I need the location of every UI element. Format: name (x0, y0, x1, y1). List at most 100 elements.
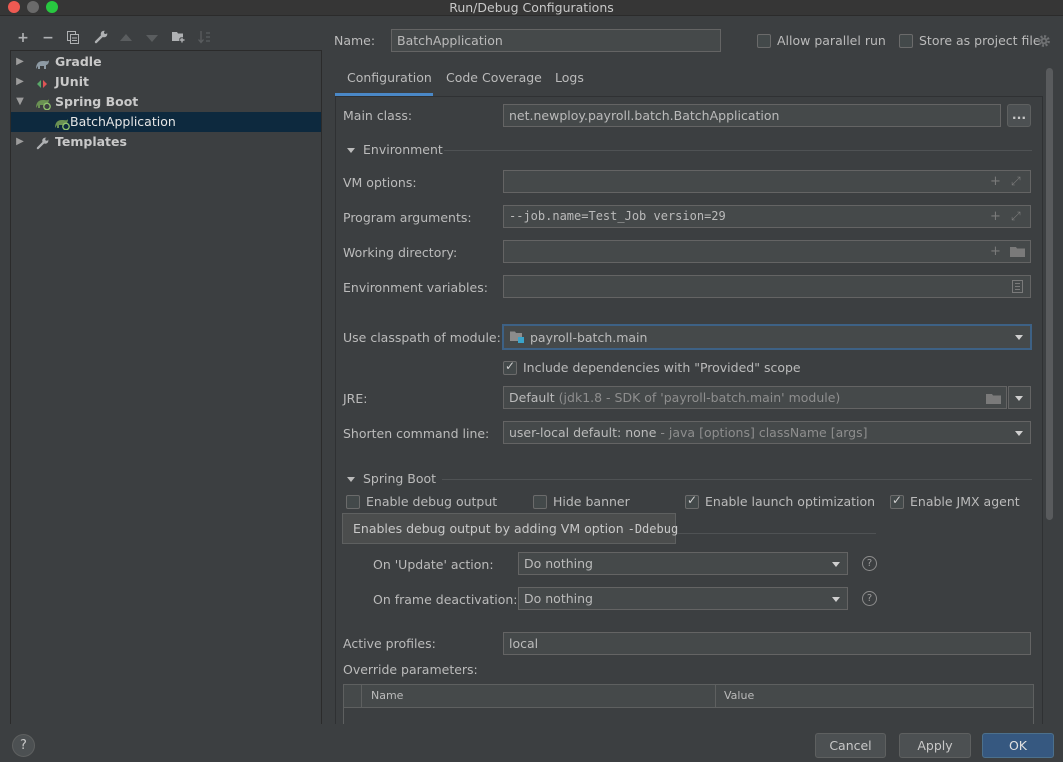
shorten-detail: - java [options] className [args] (660, 425, 868, 440)
plus-icon[interactable]: + (990, 206, 1001, 227)
browse-main-class-button[interactable]: ... (1007, 104, 1031, 127)
program-arguments-field[interactable]: --job.name=Test_Job version=29 (503, 205, 1031, 228)
tab-configuration[interactable]: Configuration (347, 70, 432, 86)
tree-label-gradle: Gradle (55, 54, 102, 69)
vm-options-label: VM options: (343, 175, 417, 190)
shorten-command-line-select[interactable]: user-local default: none - java [options… (503, 421, 1031, 444)
tree-node-templates[interactable]: ▶ Templates (11, 132, 321, 152)
environment-variables-label: Environment variables: (343, 280, 488, 295)
tree-node-junit[interactable]: ▶ JUnit (11, 72, 321, 92)
help-button[interactable]: ? (12, 734, 35, 757)
enable-launch-optimization-checkbox[interactable] (685, 493, 699, 509)
main-class-field[interactable]: net.newploy.payroll.batch.BatchApplicati… (503, 104, 1001, 127)
program-arguments-label: Program arguments: (343, 210, 472, 225)
jre-default-value: Default (509, 390, 555, 405)
name-field[interactable]: BatchApplication (391, 29, 721, 52)
name-label: Name: (334, 33, 376, 48)
folder-icon[interactable] (1010, 246, 1026, 258)
help-icon[interactable]: ? (862, 591, 877, 606)
allow-parallel-run-label: Allow parallel run (777, 33, 886, 48)
allow-parallel-run-checkbox[interactable] (757, 34, 771, 48)
copy-icon[interactable] (67, 31, 79, 44)
apply-button[interactable]: Apply (899, 733, 971, 758)
jre-field[interactable]: Default (jdk1.8 - SDK of 'payroll-batch.… (503, 386, 1007, 409)
shorten-command-line-label: Shorten command line: (343, 426, 490, 441)
tree-label-batch-application: BatchApplication (70, 114, 176, 129)
remove-icon[interactable]: − (39, 30, 57, 46)
sort-icon[interactable] (198, 30, 212, 44)
add-icon[interactable]: + (14, 30, 32, 46)
tab-logs[interactable]: Logs (555, 70, 584, 86)
on-frame-deactivation-select[interactable]: Do nothing (518, 587, 848, 610)
environment-section-label: Environment (363, 142, 443, 157)
tooltip-text: Enables debug output by adding VM option (353, 521, 628, 536)
chevron-right-icon[interactable]: ▶ (15, 72, 25, 92)
tree-node-batch-application[interactable]: BatchApplication (11, 112, 321, 132)
enable-debug-output-checkbox[interactable] (346, 495, 360, 509)
classpath-label: Use classpath of module: (343, 330, 501, 345)
folder-icon[interactable] (986, 393, 1002, 405)
working-directory-label: Working directory: (343, 245, 458, 260)
vertical-scrollbar[interactable] (1046, 68, 1053, 520)
override-parameters-table[interactable]: Name Value (343, 684, 1034, 724)
vm-options-field[interactable] (503, 170, 1031, 193)
shorten-value: user-local default: none (509, 425, 657, 440)
spring-boot-section-header[interactable]: Spring Boot (347, 471, 436, 487)
enable-debug-output-label: Enable debug output (366, 494, 498, 509)
on-update-action-select[interactable]: Do nothing (518, 552, 848, 575)
collapse-icon (347, 148, 355, 153)
store-as-project-file-label: Store as project file (919, 33, 1041, 48)
spring-boot-icon (35, 96, 51, 111)
debug-output-tooltip: Enables debug output by adding VM option… (342, 513, 679, 544)
classpath-module-select[interactable]: payroll-batch.main (502, 324, 1032, 350)
ok-button[interactable]: OK (982, 733, 1054, 758)
enable-jmx-agent-checkbox[interactable] (890, 493, 904, 509)
plus-icon[interactable]: + (990, 171, 1001, 192)
hide-banner-label: Hide banner (553, 494, 630, 509)
column-header-value[interactable]: Value (724, 689, 754, 702)
chevron-right-icon[interactable]: ▶ (15, 52, 25, 72)
expand-icon[interactable]: ⤢ (1011, 206, 1021, 227)
include-dependencies-label: Include dependencies with "Provided" sco… (523, 360, 801, 375)
chevron-down-icon[interactable]: ▼ (15, 92, 25, 112)
active-profiles-label: Active profiles: (343, 636, 436, 651)
jre-dropdown-button[interactable] (1008, 386, 1031, 409)
tooltip-code: -Ddebug (627, 522, 679, 536)
active-profiles-field[interactable]: local (503, 632, 1031, 655)
tree-node-spring-boot[interactable]: ▼ Spring Boot (11, 92, 321, 112)
edit-variables-icon[interactable] (1012, 280, 1023, 293)
cancel-button[interactable]: Cancel (815, 733, 886, 758)
enable-jmx-agent-label: Enable JMX agent (910, 494, 1020, 509)
section-divider (444, 150, 1032, 151)
expand-icon[interactable]: ⤢ (1011, 171, 1021, 192)
gear-icon[interactable] (1037, 34, 1051, 48)
hide-banner-checkbox[interactable] (533, 495, 547, 509)
junit-icon (36, 76, 50, 88)
table-row-header-cell (344, 685, 362, 708)
environment-section-header[interactable]: Environment (347, 142, 443, 158)
column-header-name[interactable]: Name (371, 689, 403, 702)
help-icon[interactable]: ? (862, 556, 877, 571)
classpath-module-value: payroll-batch.main (530, 330, 648, 345)
include-dependencies-checkbox[interactable] (503, 359, 517, 375)
tab-code-coverage[interactable]: Code Coverage (446, 70, 542, 86)
main-class-label: Main class: (343, 108, 413, 123)
jre-detail: (jdk1.8 - SDK of 'payroll-batch.main' mo… (558, 390, 841, 405)
wrench-icon (36, 136, 50, 150)
module-icon (510, 331, 524, 343)
spring-boot-section-label: Spring Boot (363, 471, 437, 486)
new-folder-icon[interactable] (172, 31, 186, 43)
plus-icon[interactable]: + (990, 241, 1001, 262)
store-as-project-file-checkbox[interactable] (899, 34, 913, 48)
chevron-right-icon[interactable]: ▶ (15, 132, 25, 152)
move-up-icon[interactable] (120, 34, 132, 41)
window-title: Run/Debug Configurations (449, 0, 614, 15)
move-down-icon[interactable] (146, 35, 158, 42)
wrench-icon[interactable] (94, 30, 108, 44)
on-update-action-label: On 'Update' action: (373, 557, 494, 572)
environment-variables-field[interactable] (503, 275, 1031, 298)
override-parameters-label: Override parameters: (343, 662, 478, 677)
configuration-tree[interactable]: ▶ Gradle ▶ JUnit ▼ Spring Boot BatchAppl… (10, 50, 322, 725)
working-directory-field[interactable] (503, 240, 1031, 263)
tree-node-gradle[interactable]: ▶ Gradle (11, 52, 321, 72)
